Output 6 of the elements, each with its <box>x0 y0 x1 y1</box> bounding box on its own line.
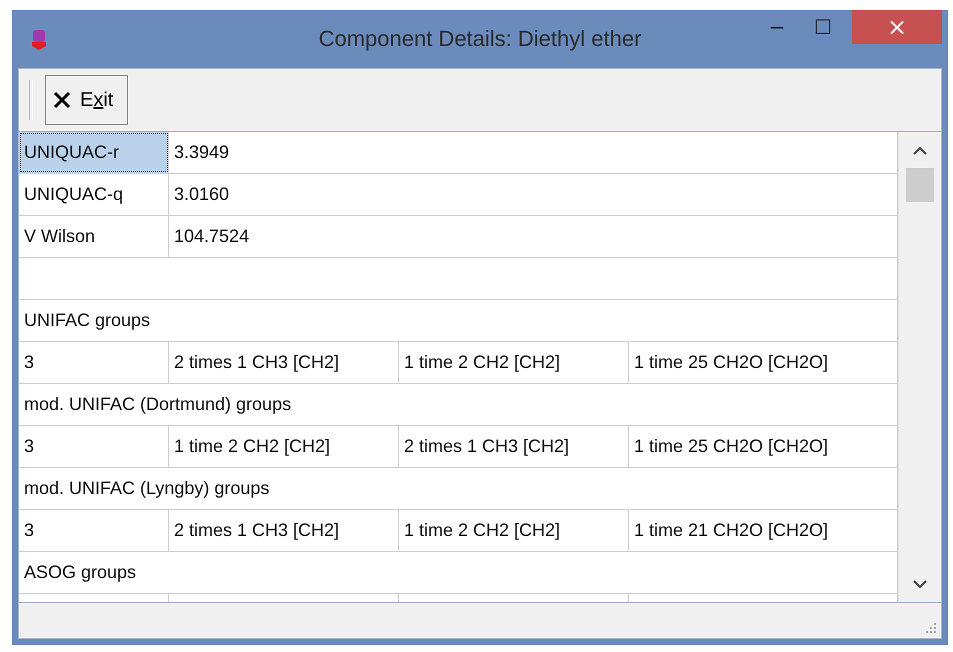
maximize-button[interactable]: ☐ <box>800 10 846 44</box>
minimize-button[interactable]: − <box>754 10 800 44</box>
close-button[interactable]: × <box>852 10 942 44</box>
exit-button[interactable]: Exit <box>45 75 128 125</box>
window-title: Component Details: Diethyl ether <box>318 26 642 52</box>
table-cell[interactable]: UNIQUAC-r <box>19 132 169 173</box>
